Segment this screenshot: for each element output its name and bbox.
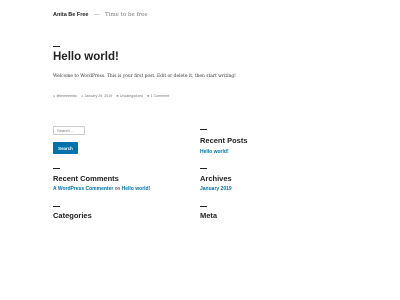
recent-post-link[interactable]: Hello world! — [200, 149, 229, 155]
widget-divider — [53, 168, 60, 169]
site-header: Anita Be Free — Time to be free — [53, 12, 148, 18]
comment-connector: on — [114, 186, 121, 192]
post-comments-link[interactable]: 1 Comment — [151, 94, 170, 98]
comment-post-link[interactable]: Hello world! — [122, 186, 151, 192]
post-meta: ● littlemeembo ● January 29, 2019 ■ Unca… — [53, 94, 169, 98]
post-title[interactable]: Hello world! — [53, 51, 119, 63]
widget-divider — [200, 129, 207, 130]
post-divider — [53, 46, 60, 47]
post-category-link[interactable]: Uncategorized — [120, 94, 143, 98]
post-date-link[interactable]: January 29, 2019 — [85, 94, 113, 98]
comment-author-link[interactable]: A WordPress Commenter — [53, 186, 113, 192]
search-button[interactable]: Search — [53, 142, 78, 154]
user-icon: ● — [53, 94, 56, 98]
site-description: Time to be free — [105, 12, 148, 18]
widget-divider — [200, 168, 207, 169]
post-author-link[interactable]: littlemeembo — [57, 94, 77, 98]
archive-link[interactable]: January 2019 — [200, 186, 232, 192]
search-input[interactable] — [53, 126, 85, 135]
comment-icon: ■ — [147, 94, 150, 98]
categories-title: Categories — [53, 211, 92, 220]
recent-comment-item: A WordPress Commenter on Hello world! — [53, 186, 150, 192]
post-content: Welcome to WordPress. This is your first… — [53, 74, 236, 79]
site-title[interactable]: Anita Be Free — [53, 12, 88, 18]
calendar-icon: ● — [80, 94, 83, 98]
recent-comments-title: Recent Comments — [53, 174, 119, 183]
site-title-separator: — — [94, 12, 100, 18]
folder-icon: ■ — [116, 94, 119, 98]
widget-divider — [53, 206, 60, 207]
widget-divider — [200, 206, 207, 207]
archives-title: Archives — [200, 174, 232, 183]
recent-posts-title: Recent Posts — [200, 136, 248, 145]
meta-title: Meta — [200, 211, 218, 220]
